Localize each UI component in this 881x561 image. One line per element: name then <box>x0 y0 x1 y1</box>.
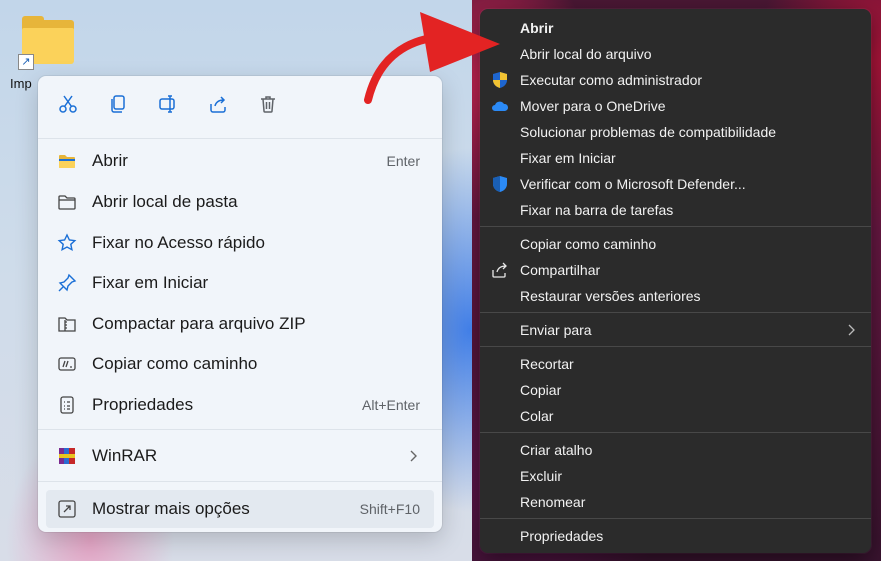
menu-item-label: Abrir <box>92 151 128 170</box>
properties-icon <box>56 394 78 416</box>
light-context-menu: Abrir Enter Abrir local de pasta Fixar n… <box>38 76 442 532</box>
menu-item-abrir-local-de-pasta[interactable]: Abrir local de pasta <box>46 183 434 221</box>
menu-item-abrir-local-arquivo[interactable]: Abrir local do arquivo <box>484 41 867 67</box>
copy-icon[interactable] <box>106 92 130 116</box>
menu-item-fixar-em-iniciar[interactable]: Fixar em Iniciar <box>484 145 867 171</box>
menu-item-compactar-zip[interactable]: Compactar para arquivo ZIP <box>46 305 434 343</box>
menu-item-recortar[interactable]: Recortar <box>484 351 867 377</box>
menu-item-fixar-barra-tarefas[interactable]: Fixar na barra de tarefas <box>484 197 867 223</box>
menu-item-label: Propriedades <box>92 395 194 414</box>
menu-separator <box>38 429 442 430</box>
winrar-icon <box>56 445 78 467</box>
pin-icon <box>56 272 78 294</box>
menu-item-label: Copiar como caminho <box>520 236 657 252</box>
menu-separator <box>480 346 871 347</box>
menu-item-abrir[interactable]: Abrir Enter <box>46 142 434 180</box>
menu-item-label: Abrir local do arquivo <box>520 46 652 62</box>
menu-item-label: Verificar com o Microsoft Defender... <box>520 176 746 192</box>
menu-item-mover-onedrive[interactable]: Mover para o OneDrive <box>484 93 867 119</box>
menu-item-label: Propriedades <box>520 528 604 544</box>
right-desktop: Abrir Abrir local do arquivo Executar co… <box>472 0 881 561</box>
menu-item-label: Fixar no Acesso rápido <box>92 233 265 252</box>
menu-item-colar[interactable]: Colar <box>484 403 867 429</box>
menu-item-enviar-para[interactable]: Enviar para <box>484 317 867 343</box>
menu-item-label: Fixar na barra de tarefas <box>520 202 674 218</box>
menu-item-shortcut: Alt+Enter <box>362 397 420 413</box>
menu-separator <box>38 481 442 482</box>
menu-item-shortcut: Shift+F10 <box>359 501 420 517</box>
menu-item-mostrar-mais-opcoes[interactable]: Mostrar mais opções Shift+F10 <box>46 490 434 528</box>
menu-item-label: Mover para o OneDrive <box>520 98 666 114</box>
menu-item-verificar-defender[interactable]: Verificar com o Microsoft Defender... <box>484 171 867 197</box>
share-icon <box>490 261 510 279</box>
menu-item-label: Restaurar versões anteriores <box>520 288 701 304</box>
menu-item-label: Abrir <box>520 20 554 36</box>
cut-icon[interactable] <box>56 92 80 116</box>
zip-icon <box>56 313 78 335</box>
menu-item-label: Excluir <box>520 468 563 484</box>
menu-item-shortcut: Enter <box>386 153 420 169</box>
chevron-right-icon <box>410 450 417 462</box>
menu-item-compartilhar[interactable]: Compartilhar <box>484 257 867 283</box>
menu-item-winrar[interactable]: WinRAR <box>46 437 434 475</box>
folder-icon <box>56 150 78 172</box>
menu-item-label: Recortar <box>520 356 574 372</box>
star-icon <box>56 232 78 254</box>
menu-item-label: Mostrar mais opções <box>92 499 250 518</box>
more-options-icon <box>56 498 78 520</box>
menu-item-copiar-caminho[interactable]: Copiar como caminho <box>46 345 434 383</box>
rename-icon[interactable] <box>156 92 180 116</box>
menu-item-restaurar-versoes[interactable]: Restaurar versões anteriores <box>484 283 867 309</box>
menu-item-label: Compartilhar <box>520 262 601 278</box>
chevron-right-icon <box>848 324 855 336</box>
menu-separator <box>480 226 871 227</box>
menu-item-label: Fixar em Iniciar <box>92 273 209 292</box>
red-arrow-annotation <box>364 12 500 104</box>
menu-item-renomear[interactable]: Renomear <box>484 489 867 515</box>
dark-context-menu: Abrir Abrir local do arquivo Executar co… <box>480 9 871 553</box>
menu-item-fixar-acesso-rapido[interactable]: Fixar no Acesso rápido <box>46 224 434 262</box>
menu-item-copiar-caminho[interactable]: Copiar como caminho <box>484 231 867 257</box>
menu-item-excluir[interactable]: Excluir <box>484 463 867 489</box>
menu-item-label: Compactar para arquivo ZIP <box>92 314 306 333</box>
shortcut-arrow-icon: ↗ <box>18 54 34 70</box>
trash-icon[interactable] <box>256 92 280 116</box>
menu-item-label: Criar atalho <box>520 442 593 458</box>
path-icon <box>56 353 78 375</box>
share-icon[interactable] <box>206 92 230 116</box>
defender-icon <box>490 175 510 193</box>
menu-item-label: Executar como administrador <box>520 72 703 88</box>
menu-item-label: Copiar como caminho <box>92 354 258 373</box>
menu-item-label: WinRAR <box>92 446 158 465</box>
menu-item-criar-atalho[interactable]: Criar atalho <box>484 437 867 463</box>
menu-item-propriedades[interactable]: Propriedades <box>484 523 867 549</box>
menu-item-label: Fixar em Iniciar <box>520 150 616 166</box>
desktop-folder-label: Imp <box>10 76 32 91</box>
menu-item-label: Renomear <box>520 494 586 510</box>
menu-item-label: Copiar <box>520 382 562 398</box>
menu-separator <box>38 138 442 139</box>
menu-separator <box>480 518 871 519</box>
folder-outline-icon <box>56 191 78 213</box>
menu-item-solucionar-compatibilidade[interactable]: Solucionar problemas de compatibilidade <box>484 119 867 145</box>
menu-separator <box>480 312 871 313</box>
menu-item-propriedades[interactable]: Propriedades Alt+Enter <box>46 386 434 424</box>
menu-item-label: Enviar para <box>520 322 592 338</box>
menu-item-copiar[interactable]: Copiar <box>484 377 867 403</box>
menu-item-label: Abrir local de pasta <box>92 192 238 211</box>
menu-item-label: Colar <box>520 408 554 424</box>
menu-item-executar-admin[interactable]: Executar como administrador <box>484 67 867 93</box>
menu-separator <box>480 432 871 433</box>
menu-item-fixar-em-iniciar[interactable]: Fixar em Iniciar <box>46 264 434 302</box>
menu-item-label: Solucionar problemas de compatibilidade <box>520 124 777 140</box>
menu-item-abrir[interactable]: Abrir <box>484 15 867 41</box>
